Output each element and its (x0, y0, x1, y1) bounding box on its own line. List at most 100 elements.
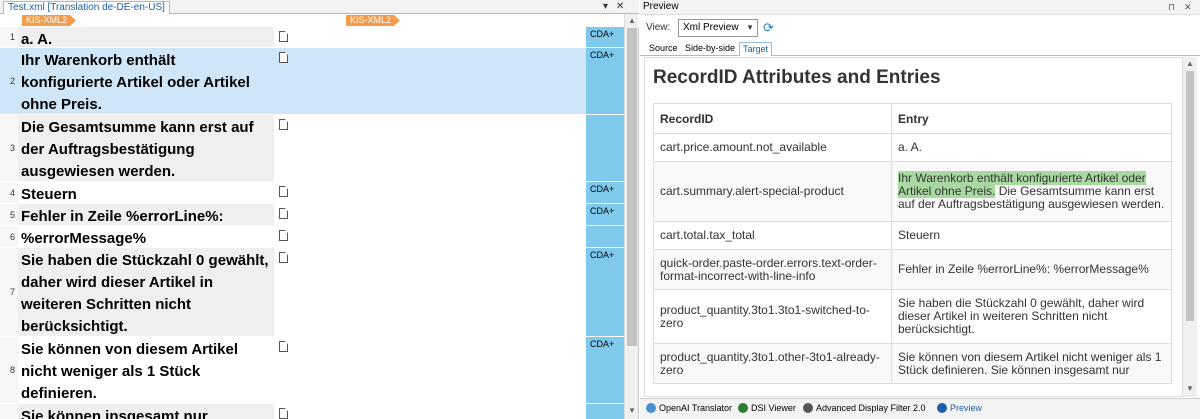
entry-cell: a. A. (891, 133, 1172, 162)
preview-scroll-up-icon[interactable]: ▲ (1186, 59, 1194, 68)
scroll-down-icon[interactable]: ▼ (628, 406, 636, 415)
segment-number: 6 (0, 226, 18, 247)
segment-number: 3 (0, 115, 18, 181)
view-select-value: Xml Preview (683, 22, 739, 33)
bottom-tab-label: Preview (950, 403, 983, 413)
tab-source[interactable]: Source (646, 42, 681, 56)
target-text-cell[interactable] (344, 337, 586, 403)
tab-target[interactable]: Target (739, 42, 773, 56)
segment-number: 8 (0, 337, 18, 403)
target-text-cell[interactable] (344, 115, 586, 181)
preview-content: RecordID Attributes and Entries RecordID… (644, 57, 1183, 397)
source-text: %errorMessage% (21, 230, 147, 247)
tab-list-dropdown-icon[interactable]: ▾ (603, 0, 608, 13)
target-text-cell[interactable] (344, 404, 586, 419)
segment-row[interactable]: 3 Die Gesamtsumme kann erst auf der Auftr… (0, 115, 624, 182)
target-text-cell[interactable] (344, 48, 586, 114)
view-selector-row: View: Xml Preview ▼ ⟳ (640, 17, 1200, 39)
source-text: Sie haben die Stückzahl 0 gewählt, daher… (18, 248, 274, 336)
entry-cell: Sie haben die Stückzahl 0 gewählt, daher… (891, 289, 1172, 344)
chevron-down-icon: ▼ (746, 23, 754, 32)
source-text: a. A. (18, 27, 274, 48)
scroll-up-icon[interactable]: ▲ (628, 16, 636, 25)
bottom-tool-tabs: OpenAI Translator DSI Viewer Advanced Disp… (640, 398, 1200, 419)
match-status-cell (586, 115, 624, 181)
close-tab-icon[interactable]: ✕ (616, 0, 624, 13)
preview-scrollbar-thumb[interactable] (1186, 71, 1194, 321)
segment-number: 5 (0, 204, 18, 225)
match-status-cell: CDA+ (586, 248, 624, 336)
recordid-cell: cart.price.amount.not_available (653, 133, 892, 162)
segment-row[interactable]: 8 Sie können von diesem Artikel nicht wen… (0, 337, 624, 404)
source-text: Steuern (21, 186, 77, 203)
scrollbar-thumb[interactable] (627, 28, 637, 346)
target-text-cell[interactable] (344, 27, 586, 47)
target-text-cell[interactable] (344, 182, 586, 203)
segment-row[interactable]: 5 Fehler in Zeile %errorLine%: CDA+ (0, 204, 624, 226)
match-status-cell: CDA+ (586, 182, 624, 203)
segment-number: 4 (0, 182, 18, 203)
match-status-cell (586, 404, 624, 419)
document-tab-bar: Test.xml [Translation de-DE-en-US] ▾ ✕ (0, 0, 639, 14)
source-text: Fehler in Zeile %errorLine%: (18, 204, 274, 225)
preview-scrollbar[interactable]: ▲ ▼ (1183, 57, 1197, 397)
match-status-cell (586, 226, 624, 247)
preview-title: Preview (643, 1, 679, 12)
entry-cell: Fehler in Zeile %errorLine%: %errorMessa… (891, 249, 1172, 290)
entry-cell: Steuern (891, 221, 1172, 250)
view-select[interactable]: Xml Preview ▼ (678, 19, 758, 37)
document-tab[interactable]: Test.xml [Translation de-DE-en-US] (3, 1, 170, 14)
preview-tabs: Source Side-by-side Target (640, 41, 1200, 56)
source-text: Ihr Warenkorb enthält konfigurierte Arti… (18, 48, 274, 114)
recordid-cell: cart.total.tax_total (653, 221, 892, 250)
close-preview-icon[interactable]: ✕ (1184, 0, 1192, 14)
segment-number: 2 (0, 48, 18, 114)
target-text-cell[interactable] (344, 248, 586, 336)
pin-icon[interactable]: ⊓ (1168, 0, 1175, 14)
segment-row[interactable]: 2 Ihr Warenkorb enthält konfigurierte Art… (0, 48, 624, 115)
bottom-tab-preview[interactable]: Preview (937, 402, 982, 415)
preview-pane: Preview ⊓ ✕ View: Xml Preview ▼ ⟳ Source… (640, 0, 1200, 419)
target-text-cell[interactable] (344, 226, 586, 247)
record-table: RecordID Entry cart.price.amount.not_ava… (653, 103, 1172, 384)
editor-scrollbar[interactable]: ▲ ▼ (624, 14, 638, 419)
filter-icon (803, 403, 813, 413)
openai-icon (646, 403, 656, 413)
bottom-tab-label: OpenAI Translator (659, 403, 733, 413)
target-file-tag: KIS-XML2 (346, 15, 400, 26)
match-status-cell: CDA+ (586, 27, 624, 47)
segment-number (0, 404, 18, 419)
target-text-cell[interactable] (344, 204, 586, 225)
record-row: cart.summary.alert-special-product Ihr Wa… (653, 161, 1172, 222)
bottom-tab-advanced-display-filter-2-0[interactable]: Advanced Display Filter 2.0 (803, 402, 926, 415)
bottom-tab-label: DSI Viewer (751, 403, 796, 413)
record-row: cart.total.tax_total Steuern (653, 221, 1172, 250)
bottom-tab-openai-translator[interactable]: OpenAI Translator (646, 402, 732, 415)
record-row: quick-order.paste-order.errors.text-orde… (653, 249, 1172, 290)
segment-number: 1 (0, 27, 18, 47)
recordid-cell: product_quantity.3to1.other-3to1-already… (653, 343, 892, 384)
segment-row[interactable]: 1 a. A. CDA+ (0, 27, 624, 48)
source-file-tag: KIS-XML2 (22, 15, 76, 26)
refresh-icon[interactable]: ⟳ (763, 20, 774, 36)
record-row: cart.price.amount.not_available a. A. (653, 133, 1172, 162)
editor-pane: Test.xml [Translation de-DE-en-US] ▾ ✕ K… (0, 0, 639, 419)
segment-row[interactable]: Sie können insgesamt nur (0, 404, 624, 419)
segment-row[interactable]: 4 Steuern CDA+ (0, 182, 624, 204)
segment-row[interactable]: 7 Sie haben die Stückzahl 0 gewählt, dahe… (0, 248, 624, 337)
preview-scroll-down-icon[interactable]: ▼ (1186, 384, 1194, 393)
segment-row[interactable]: 6 %errorMessage% (0, 226, 624, 248)
preview-eye-icon (937, 403, 947, 413)
bottom-tab-dsi-viewer[interactable]: DSI Viewer (738, 402, 796, 415)
view-label: View: (646, 22, 671, 33)
column-header-recordid: RecordID (653, 103, 892, 134)
tab-side-by-side[interactable]: Side-by-side (682, 42, 738, 56)
record-row: product_quantity.3to1.other-3to1-already… (653, 343, 1172, 384)
dsi-viewer-icon (738, 403, 748, 413)
entry-cell: Ihr Warenkorb enthält konfigurierte Arti… (891, 161, 1172, 222)
recordid-cell: cart.summary.alert-special-product (653, 161, 892, 222)
match-status-cell: CDA+ (586, 204, 624, 225)
source-text: Sie können insgesamt nur (18, 404, 274, 419)
source-text: Sie können von diesem Artikel nicht weni… (21, 341, 239, 402)
record-row: product_quantity.3to1.3to1-switched-to-z… (653, 289, 1172, 344)
